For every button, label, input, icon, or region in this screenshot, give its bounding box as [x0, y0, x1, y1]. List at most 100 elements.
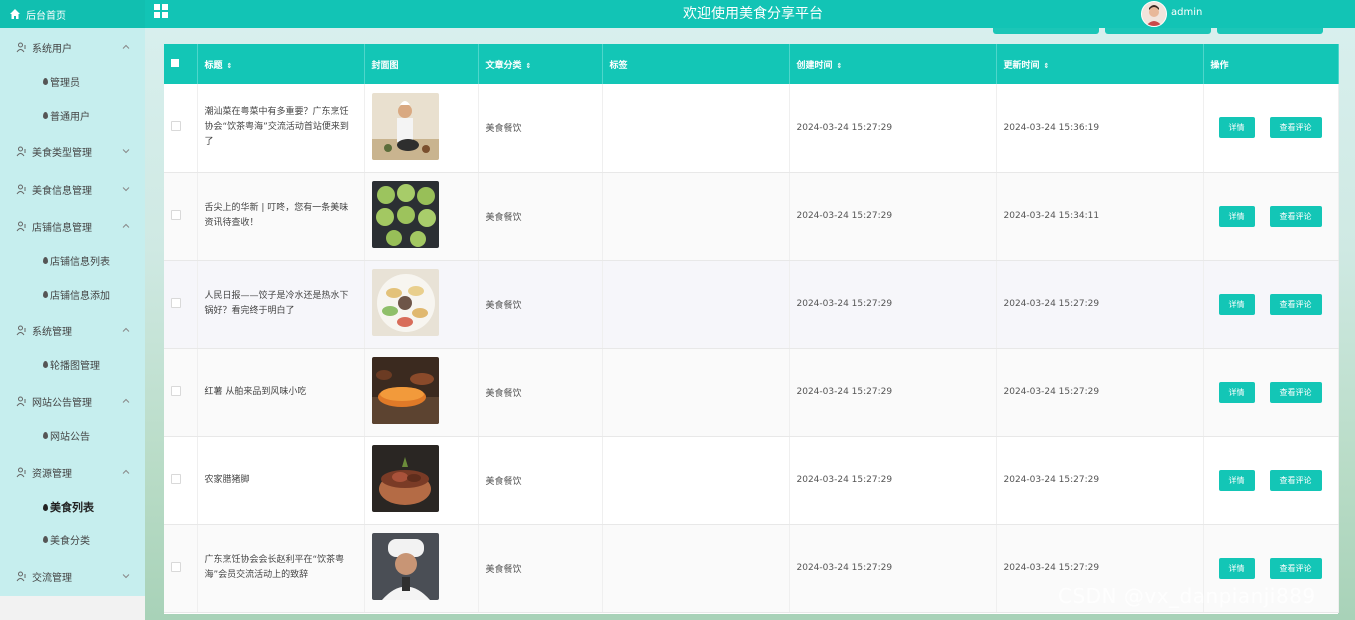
sidebar: 系统用户 管理员 普通用户 美食类型管理 美食信息管理 店铺信息管理 店铺信息列… [0, 28, 145, 596]
col-tags-label: 标签 [609, 60, 628, 71]
row-title: 舌尖上的华新 | 叮咚，您有一条美味资讯待查收！ [204, 203, 349, 228]
detail-button[interactable]: 详情 [1218, 117, 1255, 139]
col-updated[interactable]: 更新时间 ⇕ [996, 44, 1204, 84]
col-title-label: 标题 [204, 60, 223, 71]
row-checkbox[interactable] [171, 385, 181, 396]
chevron-up-icon [122, 327, 130, 332]
sidebar-item-system-manage[interactable]: 系统管理 [0, 315, 145, 345]
detail-button[interactable]: 详情 [1218, 469, 1255, 491]
table-row: 农家腊猪脚 美食餐饮 2024-03-24 15:27:29 2024-03-2… [164, 436, 1339, 525]
top-bar: 后台首页 欢迎使用美食分享平台 admin [0, 0, 1355, 28]
updated-cell: 2024-03-24 15:27:29 [996, 348, 1204, 437]
sidebar-item-notices-manage[interactable]: 网站公告管理 [0, 386, 145, 416]
sidebar-item-shop-add[interactable]: 店铺信息添加 [0, 279, 145, 309]
user-icon [16, 396, 26, 406]
row-checkbox[interactable] [171, 297, 181, 308]
row-checkbox[interactable] [171, 121, 181, 132]
sidebar-item-label: 系统用户 [32, 43, 72, 55]
detail-button[interactable]: 详情 [1218, 557, 1255, 579]
tags-cell [602, 84, 790, 173]
sidebar-item-food-info[interactable]: 美食信息管理 [0, 174, 145, 204]
sidebar-item-notices[interactable]: 网站公告 [0, 420, 145, 450]
cover-image[interactable] [371, 181, 439, 248]
sort-icon[interactable]: ⇕ [837, 62, 843, 70]
sidebar-item-label: 美食信息管理 [32, 185, 92, 197]
title-cell: 潮汕菜在粤菜中有多重要？广东烹饪协会“饮茶粤海”交流活动首站便来到了 [197, 84, 365, 173]
view-comments-button[interactable]: 查看评论 [1269, 557, 1322, 579]
view-comments-button[interactable]: 查看评论 [1269, 205, 1322, 227]
select-all-cell[interactable] [164, 44, 198, 84]
cover-cell [364, 524, 479, 613]
col-created[interactable]: 创建时间 ⇕ [789, 44, 997, 84]
avatar[interactable] [1141, 1, 1167, 27]
sidebar-item-label: 店铺信息列表 [50, 256, 110, 268]
sidebar-item-users[interactable]: 普通用户 [0, 100, 145, 130]
row-select-cell[interactable] [164, 84, 198, 173]
sidebar-item-exchange[interactable]: 交流管理 [0, 561, 145, 591]
sidebar-item-food-list[interactable]: 美食列表 [0, 492, 145, 522]
welcome-title: 欢迎使用美食分享平台 [683, 6, 823, 22]
home-link[interactable]: 后台首页 [0, 0, 145, 28]
marker-icon [43, 503, 48, 511]
actions-cell: 详情 查看评论 [1203, 172, 1339, 261]
row-select-cell[interactable] [164, 436, 198, 525]
tab-strip-2[interactable] [1105, 28, 1211, 34]
marker-icon [43, 360, 48, 368]
sidebar-item-shop-list[interactable]: 店铺信息列表 [0, 245, 145, 275]
cover-image[interactable] [371, 357, 439, 424]
sidebar-item-label: 美食列表 [50, 501, 94, 514]
sidebar-item-label: 网站公告 [50, 431, 90, 443]
detail-button[interactable]: 详情 [1218, 381, 1255, 403]
user-name[interactable]: admin [1171, 7, 1202, 18]
actions-cell: 详情 查看评论 [1203, 84, 1339, 173]
food-table-panel: 标题 ⇕ 封面图 文章分类 ⇕ 标签 创建时间 ⇕ 更新时间 ⇕ 操作 潮汕菜在粤菜中有… [164, 44, 1339, 614]
cover-image[interactable] [371, 92, 439, 160]
marker-icon [43, 256, 48, 264]
sidebar-item-food-types[interactable]: 美食类型管理 [0, 136, 145, 166]
sidebar-item-label: 店铺信息添加 [50, 290, 110, 302]
chevron-up-icon [122, 223, 130, 228]
row-checkbox[interactable] [171, 561, 181, 572]
row-select-cell[interactable] [164, 524, 198, 613]
tab-strip-1[interactable] [993, 28, 1099, 34]
title-cell: 农家腊猪脚 [197, 436, 365, 525]
sort-icon[interactable]: ⇕ [227, 62, 233, 70]
cover-image[interactable] [371, 269, 439, 336]
sidebar-item-resources[interactable]: 资源管理 [0, 457, 145, 487]
view-comments-button[interactable]: 查看评论 [1269, 117, 1322, 139]
sort-icon[interactable]: ⇕ [526, 62, 532, 70]
sidebar-item-carousel[interactable]: 轮播图管理 [0, 349, 145, 379]
marker-icon [43, 77, 48, 85]
sidebar-item-food-category[interactable]: 美食分类 [0, 524, 145, 554]
row-checkbox[interactable] [171, 473, 181, 484]
title-cell: 人民日报——饺子是冷水还是热水下锅好？看完终于明白了 [197, 260, 365, 349]
row-select-cell[interactable] [164, 172, 198, 261]
menu-grid-icon[interactable] [154, 4, 168, 18]
col-title[interactable]: 标题 ⇕ [197, 44, 365, 84]
detail-button[interactable]: 详情 [1218, 293, 1255, 315]
sidebar-item-admins[interactable]: 管理员 [0, 66, 145, 96]
view-comments-button[interactable]: 查看评论 [1269, 293, 1322, 315]
view-comments-button[interactable]: 查看评论 [1269, 381, 1322, 403]
home-label: 后台首页 [26, 10, 66, 22]
col-actions: 操作 [1203, 44, 1339, 84]
sidebar-item-label: 店铺信息管理 [32, 222, 92, 234]
row-select-cell[interactable] [164, 260, 198, 349]
sidebar-item-system-users[interactable]: 系统用户 [0, 32, 145, 62]
detail-button[interactable]: 详情 [1218, 205, 1255, 227]
select-all-checkbox[interactable] [171, 58, 179, 67]
view-comments-button[interactable]: 查看评论 [1269, 469, 1322, 491]
cover-image[interactable] [371, 445, 439, 512]
tab-strip-3[interactable] [1217, 28, 1323, 34]
cover-image[interactable] [371, 533, 439, 600]
sidebar-item-shop-info[interactable]: 店铺信息管理 [0, 211, 145, 241]
user-icon [16, 221, 26, 231]
sort-icon[interactable]: ⇕ [1044, 62, 1050, 70]
sidebar-item-label: 系统管理 [32, 326, 72, 338]
col-category[interactable]: 文章分类 ⇕ [478, 44, 603, 84]
row-checkbox[interactable] [171, 209, 181, 220]
chevron-down-icon [122, 574, 130, 579]
row-select-cell[interactable] [164, 348, 198, 437]
user-icon [16, 467, 26, 477]
marker-icon [43, 111, 48, 119]
